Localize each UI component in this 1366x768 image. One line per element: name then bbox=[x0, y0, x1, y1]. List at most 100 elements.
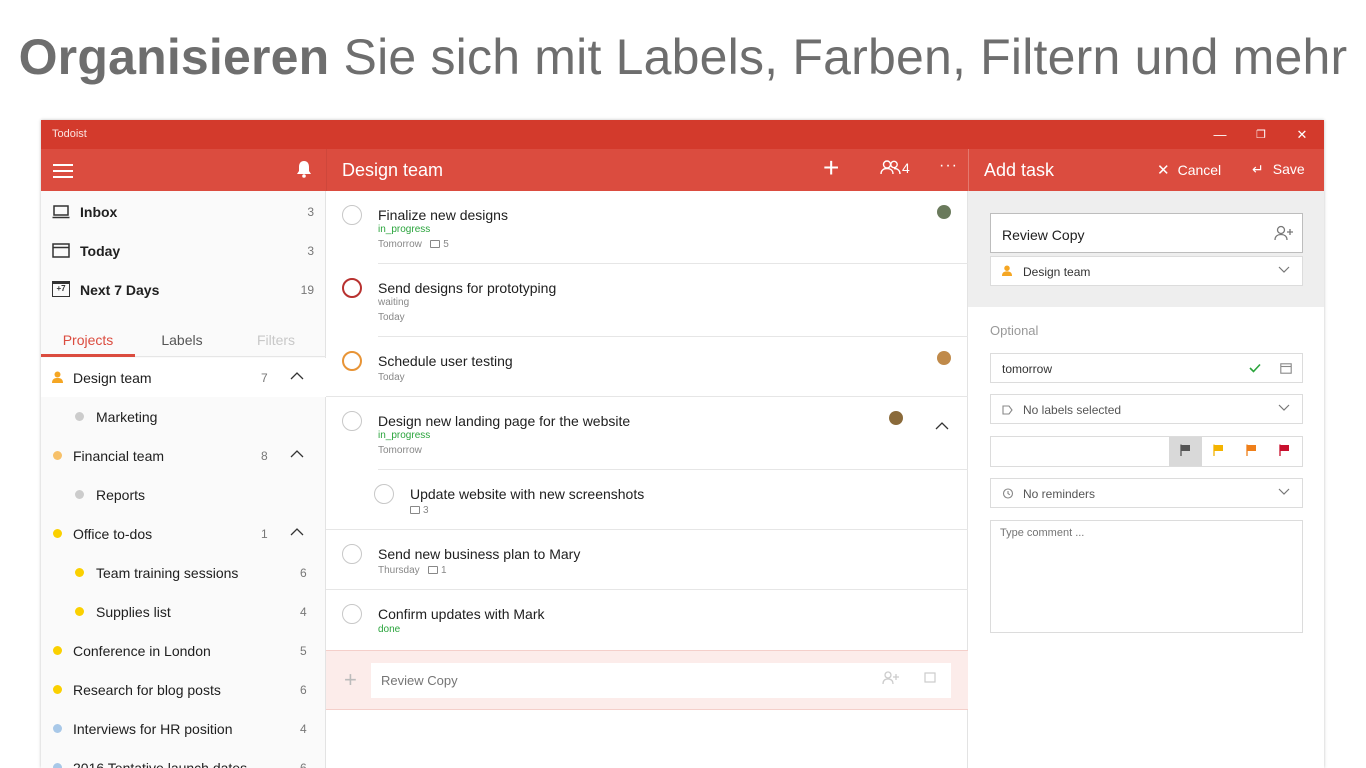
collaborators-count: 4 bbox=[902, 160, 910, 176]
due-date-field[interactable]: tomorrow bbox=[990, 353, 1303, 383]
task-checkbox[interactable] bbox=[342, 604, 362, 624]
task-row[interactable]: Confirm updates with Mark done bbox=[326, 590, 968, 650]
quick-add-input[interactable] bbox=[371, 663, 951, 698]
close-button[interactable]: ✕ bbox=[1292, 125, 1312, 145]
tab-labels[interactable]: Labels bbox=[135, 332, 229, 348]
nav-count-inbox: 3 bbox=[307, 205, 314, 219]
project-conference-in-london[interactable]: Conference in London 5 bbox=[41, 631, 326, 670]
sidebar-tabs: Projects Labels Filters bbox=[41, 324, 326, 357]
project-count: 6 bbox=[300, 566, 307, 580]
task-row[interactable]: Send new business plan to Mary Thursday … bbox=[326, 530, 968, 590]
task-row[interactable]: Finalize new designs in_progress Tomorro… bbox=[326, 191, 968, 264]
due-date-value: tomorrow bbox=[1002, 362, 1053, 376]
project-color-dot bbox=[75, 490, 84, 499]
task-checkbox[interactable] bbox=[342, 205, 362, 225]
restore-button[interactable]: ❐ bbox=[1251, 125, 1271, 145]
task-row[interactable]: Send designs for prototyping waiting Tod… bbox=[326, 264, 968, 337]
tab-projects[interactable]: Projects bbox=[41, 332, 135, 348]
nav-item-inbox[interactable]: Inbox 3 bbox=[41, 192, 326, 231]
checkmark-icon[interactable] bbox=[1249, 362, 1261, 376]
calendar-icon[interactable] bbox=[1280, 363, 1292, 377]
chevron-up-icon[interactable] bbox=[290, 368, 304, 383]
add-task-title: Add task bbox=[984, 160, 1055, 180]
task-list: Finalize new designs in_progress Tomorro… bbox=[326, 191, 968, 768]
task-content-field[interactable]: Review Copy bbox=[990, 213, 1303, 253]
person-icon bbox=[52, 370, 63, 388]
chevron-up-icon[interactable] bbox=[290, 446, 304, 461]
project-color-dot bbox=[53, 685, 62, 694]
project-financial-team[interactable]: Financial team 8 bbox=[41, 436, 326, 475]
priority-4-flag-icon[interactable] bbox=[1169, 437, 1202, 466]
project-count: 1 bbox=[261, 527, 268, 541]
bell-icon[interactable] bbox=[296, 160, 312, 183]
avatar[interactable] bbox=[889, 411, 903, 425]
sidebar: Inbox 3 Today 3 +7 Next 7 Days 19 Projec… bbox=[41, 191, 326, 768]
avatar[interactable] bbox=[937, 205, 951, 219]
project-color-dot bbox=[75, 607, 84, 616]
task-checkbox[interactable] bbox=[342, 411, 362, 431]
priority-2-flag-icon[interactable] bbox=[1235, 437, 1268, 466]
priority-3-flag-icon[interactable] bbox=[1202, 437, 1235, 466]
task-row[interactable]: Schedule user testing Today bbox=[326, 337, 968, 397]
minimize-button[interactable]: — bbox=[1210, 125, 1230, 145]
nav-item-next-7-days[interactable]: +7 Next 7 Days 19 bbox=[41, 270, 326, 309]
task-checkbox[interactable] bbox=[374, 484, 394, 504]
sidebar-header bbox=[41, 149, 326, 191]
comment-textarea[interactable] bbox=[990, 520, 1303, 633]
task-row[interactable]: Design new landing page for the website … bbox=[326, 397, 968, 470]
save-button[interactable]: ↵ Save bbox=[1252, 161, 1305, 178]
label-tag-icon bbox=[1002, 404, 1013, 418]
comment-icon bbox=[410, 506, 420, 514]
project-office-to-dos[interactable]: Office to-dos 1 bbox=[41, 514, 326, 553]
priority-selector bbox=[990, 436, 1303, 467]
calendar-icon[interactable] bbox=[924, 672, 936, 686]
chevron-up-icon[interactable] bbox=[290, 524, 304, 539]
marketing-headline: Organisieren Sie sich mit Labels, Farben… bbox=[0, 28, 1366, 86]
collaborators-button[interactable]: 4 bbox=[880, 160, 910, 176]
alarm-clock-icon bbox=[1002, 487, 1014, 502]
labels-select[interactable]: No labels selected bbox=[990, 394, 1303, 424]
project-interviews-for-hr-position[interactable]: Interviews for HR position 4 bbox=[41, 709, 326, 748]
task-name: Confirm updates with Mark bbox=[378, 606, 545, 622]
task-meta: Thursday 1 bbox=[378, 565, 447, 576]
project-supplies-list[interactable]: Supplies list 4 bbox=[41, 592, 326, 631]
add-task-plus-icon[interactable]: + bbox=[823, 154, 839, 182]
project-select[interactable]: Design team bbox=[990, 256, 1303, 286]
project-design-team[interactable]: Design team 7 bbox=[41, 358, 326, 397]
more-options-icon[interactable]: ··· bbox=[939, 157, 958, 175]
save-label: Save bbox=[1272, 161, 1305, 177]
nav-item-today[interactable]: Today 3 bbox=[41, 231, 326, 270]
avatar[interactable] bbox=[937, 351, 951, 365]
chevron-up-icon[interactable] bbox=[935, 417, 949, 435]
hamburger-icon[interactable] bbox=[53, 164, 73, 178]
task-meta: Tomorrow 5 bbox=[378, 239, 449, 250]
project-label: Research for blog posts bbox=[73, 682, 221, 698]
add-task-header: Add task ✕ Cancel ↵ Save bbox=[968, 149, 1324, 191]
project-marketing[interactable]: Marketing bbox=[41, 397, 326, 436]
project-select-value: Design team bbox=[1023, 265, 1091, 279]
priority-1-flag-icon[interactable] bbox=[1268, 437, 1301, 466]
headline-bold: Organisieren bbox=[18, 29, 330, 85]
task-date: Tomorrow bbox=[378, 445, 422, 456]
task-date: Thursday bbox=[378, 565, 420, 576]
project-2016-tentative-launch-dates[interactable]: 2016 Tentative launch dates 6 bbox=[41, 748, 326, 768]
project-team-training-sessions[interactable]: Team training sessions 6 bbox=[41, 553, 326, 592]
reminders-select[interactable]: No reminders bbox=[990, 478, 1303, 508]
add-person-icon[interactable] bbox=[1274, 225, 1294, 244]
reminders-value: No reminders bbox=[1023, 487, 1096, 501]
task-checkbox[interactable] bbox=[342, 351, 362, 371]
tab-filters[interactable]: Filters bbox=[229, 332, 323, 348]
chevron-down-icon bbox=[1278, 264, 1290, 276]
person-icon bbox=[1002, 265, 1012, 279]
subtask-row[interactable]: Update website with new screenshots 3 bbox=[326, 470, 968, 530]
cancel-button[interactable]: ✕ Cancel bbox=[1157, 161, 1221, 179]
project-reports[interactable]: Reports bbox=[41, 475, 326, 514]
comment-icon bbox=[430, 240, 441, 248]
enter-icon: ↵ bbox=[1252, 161, 1264, 177]
app-name: Todoist bbox=[52, 128, 87, 140]
plus-icon[interactable]: + bbox=[344, 667, 357, 693]
project-research-for-blog-posts[interactable]: Research for blog posts 6 bbox=[41, 670, 326, 709]
task-checkbox[interactable] bbox=[342, 278, 362, 298]
task-checkbox[interactable] bbox=[342, 544, 362, 564]
add-person-icon[interactable] bbox=[882, 671, 900, 688]
